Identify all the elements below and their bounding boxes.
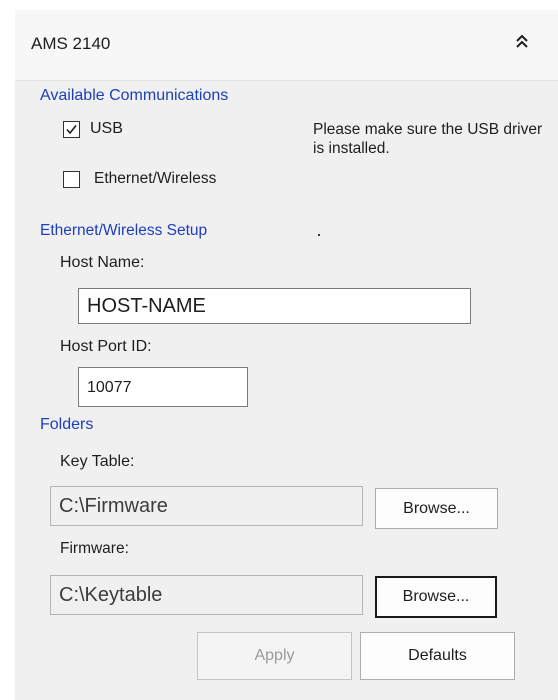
firmware-label: Firmware: bbox=[60, 540, 129, 557]
usb-label: USB bbox=[90, 120, 123, 137]
host-name-value: HOST-NAME bbox=[87, 295, 206, 317]
panel-title: AMS 2140 bbox=[31, 34, 111, 53]
section-title-ethernet-setup: Ethernet/Wireless Setup bbox=[40, 222, 208, 239]
key-table-path-value: C:\Firmware bbox=[59, 495, 168, 517]
dot-mark bbox=[318, 234, 320, 236]
usb-driver-note: Please make sure the USB driver is insta… bbox=[313, 121, 543, 157]
host-name-label: Host Name: bbox=[60, 254, 145, 271]
firmware-path-value: C:\Keytable bbox=[59, 584, 163, 606]
host-port-input[interactable]: 10077 bbox=[78, 367, 248, 407]
section-title-folders: Folders bbox=[40, 416, 94, 433]
key-table-path-input[interactable]: C:\Firmware bbox=[50, 486, 363, 526]
key-table-label: Key Table: bbox=[60, 453, 135, 470]
apply-button[interactable]: Apply bbox=[197, 632, 352, 680]
ethernet-wireless-label: Ethernet/Wireless bbox=[94, 170, 217, 187]
firmware-browse-button[interactable]: Browse... bbox=[375, 576, 497, 618]
panel-header: AMS 2140 bbox=[15, 10, 558, 81]
section-title-communications: Available Communications bbox=[40, 87, 229, 104]
usb-checkbox[interactable] bbox=[63, 121, 80, 138]
host-name-input[interactable]: HOST-NAME bbox=[78, 288, 471, 324]
double-chevron-up-icon[interactable] bbox=[512, 30, 532, 54]
key-table-browse-button[interactable]: Browse... bbox=[375, 488, 498, 529]
settings-panel: AMS 2140 Available Communications USB Et… bbox=[15, 10, 558, 700]
ethernet-wireless-checkbox[interactable] bbox=[63, 171, 80, 188]
firmware-path-input[interactable]: C:\Keytable bbox=[50, 575, 363, 615]
host-port-label: Host Port ID: bbox=[60, 338, 152, 355]
host-port-value: 10077 bbox=[87, 379, 132, 396]
defaults-button[interactable]: Defaults bbox=[360, 632, 515, 680]
